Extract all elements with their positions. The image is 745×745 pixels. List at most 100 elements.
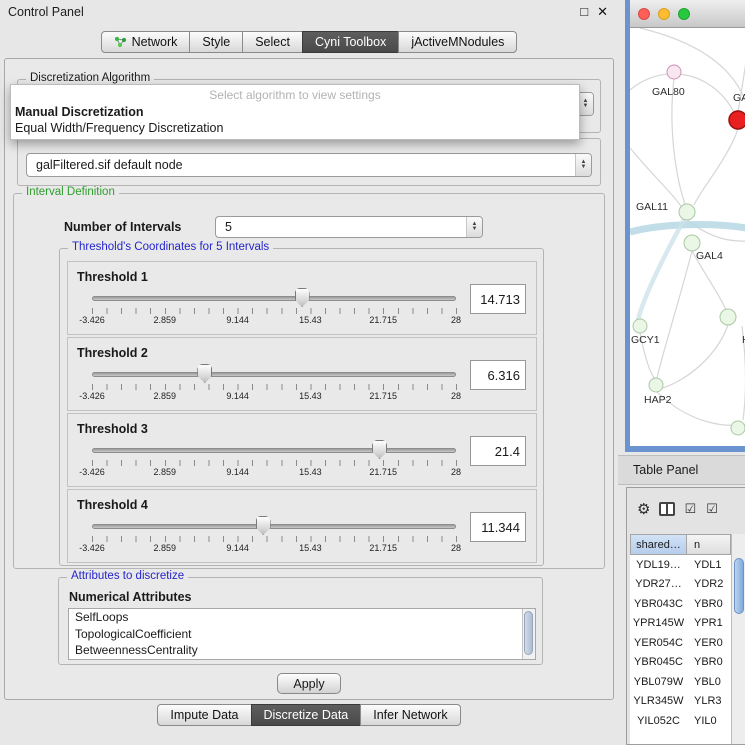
list-item[interactable]: SelfLoops	[69, 609, 535, 626]
tab-network[interactable]: Network	[101, 31, 191, 53]
network-canvas[interactable]: GAL80 GA GAL11 GAL4 GCY1 H HAP2	[630, 28, 745, 445]
table-cell[interactable]: YLR3	[687, 695, 731, 707]
list-item[interactable]: TopologicalCoefficient	[69, 626, 535, 643]
tab-label: jActiveMNodules	[411, 35, 504, 49]
table-cell[interactable]: YBR043C	[630, 598, 687, 610]
network-node[interactable]	[667, 65, 681, 79]
table-cell[interactable]: YDL19…	[630, 559, 687, 571]
close-button[interactable]	[638, 8, 650, 20]
network-node[interactable]	[679, 204, 695, 220]
network-node[interactable]	[633, 319, 647, 333]
tick-label: 2.859	[154, 467, 177, 477]
combo-stepper[interactable]: ▲ ▼	[575, 154, 591, 176]
table-row[interactable]: YBL079W YBL0	[630, 672, 731, 692]
slider-thumb[interactable]	[372, 440, 387, 459]
threshold-value-field[interactable]: 14.713	[470, 284, 526, 314]
table-cell[interactable]: YPR1	[687, 617, 731, 629]
node-label-gal11: GAL11	[636, 201, 668, 213]
tick-label: 28	[451, 543, 461, 553]
table-data-combobox[interactable]: galFiltered.sif default node ▲ ▼	[26, 153, 592, 177]
network-node[interactable]	[731, 421, 745, 435]
tab-select[interactable]: Select	[242, 31, 303, 53]
slider-ticks	[92, 536, 457, 542]
slider-thumb[interactable]	[197, 364, 212, 383]
tab-impute-data[interactable]: Impute Data	[157, 704, 251, 726]
list-scrollbar[interactable]	[522, 609, 535, 659]
table-cell[interactable]: YIL0	[687, 715, 731, 727]
table-cell[interactable]: YBR0	[687, 598, 731, 610]
threshold-slider[interactable]: -3.426 2.859 9.144 15.43 21.715 28	[92, 516, 456, 558]
num-intervals-combobox[interactable]: 5 ▲ ▼	[215, 216, 483, 238]
network-node[interactable]	[649, 378, 663, 392]
threshold-slider[interactable]: -3.426 2.859 9.144 15.43 21.715 28	[92, 364, 456, 406]
threshold-slider[interactable]: -3.426 2.859 9.144 15.43 21.715 28	[92, 288, 456, 330]
attributes-group: Attributes to discretize Numerical Attri…	[58, 577, 543, 665]
table-cell[interactable]: YPR145W	[630, 617, 687, 629]
scrollbar-thumb[interactable]	[734, 558, 744, 614]
zoom-button[interactable]	[678, 8, 690, 20]
slider-track[interactable]	[92, 524, 456, 529]
table-cell[interactable]: YBL079W	[630, 676, 687, 688]
table-row[interactable]: YPR145W YPR1	[630, 614, 731, 634]
table-scrollbar[interactable]	[731, 534, 745, 744]
list-item[interactable]: BetweennessCentrality	[69, 642, 535, 659]
threshold-label: Threshold 1	[77, 270, 148, 284]
table-cell[interactable]: YBR045C	[630, 656, 687, 668]
table-cell[interactable]: YBR0	[687, 656, 731, 668]
scrollbar-thumb[interactable]	[524, 611, 533, 655]
select-all-checkbox-icon[interactable]: ☑	[684, 501, 697, 517]
slider-track[interactable]	[92, 296, 456, 301]
table-row[interactable]: YDR27… YDR2	[630, 575, 731, 595]
table-cell[interactable]: YDL1	[687, 559, 731, 571]
columns-icon[interactable]	[659, 502, 675, 516]
table-browser-window: ⚙ ☑ ☑ shared… n YDL19… YDL1 YDR27… YDR2 …	[626, 487, 745, 745]
apply-button[interactable]: Apply	[277, 673, 341, 694]
dropdown-option-manual[interactable]: Manual Discretization	[11, 104, 579, 120]
slider-track[interactable]	[92, 372, 456, 377]
numerical-attributes-heading: Numerical Attributes	[69, 590, 191, 604]
table-cell[interactable]: YER054C	[630, 637, 687, 649]
table-row[interactable]: YBR045C YBR0	[630, 653, 731, 673]
network-node[interactable]	[720, 309, 736, 325]
tick-label: 21.715	[369, 315, 397, 325]
table-cell[interactable]: YDR2	[687, 578, 731, 590]
threshold-panel-1: Threshold 1 -3.426 2.859 9.144 15.43 21.…	[67, 261, 537, 335]
slider-track[interactable]	[92, 448, 456, 453]
network-node[interactable]	[684, 235, 700, 251]
column-header-name[interactable]: n	[687, 534, 731, 555]
threshold-value-field[interactable]: 21.4	[470, 436, 526, 466]
threshold-slider[interactable]: -3.426 2.859 9.144 15.43 21.715 28	[92, 440, 456, 482]
table-row[interactable]: YER054C YER0	[630, 633, 731, 653]
network-node-red[interactable]	[729, 111, 745, 129]
threshold-panel-4: Threshold 4 -3.426 2.859 9.144 15.43 21.…	[67, 489, 537, 563]
gear-icon[interactable]: ⚙	[637, 500, 650, 518]
table-cell[interactable]: YER0	[687, 637, 731, 649]
slider-thumb[interactable]	[256, 516, 271, 535]
tab-infer-network[interactable]: Infer Network	[360, 704, 460, 726]
dropdown-option-equal-width[interactable]: Equal Width/Frequency Discretization	[11, 120, 579, 136]
tab-cyni-toolbox[interactable]: Cyni Toolbox	[302, 31, 399, 53]
tab-jactivemnodules[interactable]: jActiveMNodules	[398, 31, 517, 53]
table-cell[interactable]: YDR27…	[630, 578, 687, 590]
table-header-row: shared… n	[630, 534, 731, 555]
table-cell[interactable]: YIL052C	[630, 715, 687, 727]
tab-style[interactable]: Style	[189, 31, 243, 53]
table-row[interactable]: YDL19… YDL1	[630, 555, 731, 575]
attributes-list[interactable]: SelfLoops TopologicalCoefficient Between…	[68, 608, 536, 660]
table-cell[interactable]: YLR345W	[630, 695, 687, 707]
column-header-shared-name[interactable]: shared…	[630, 534, 687, 555]
table-cell[interactable]: YBL0	[687, 676, 731, 688]
float-window-icon[interactable]: □	[580, 4, 588, 20]
table-row[interactable]: YIL052C YIL0	[630, 711, 731, 731]
num-intervals-label: Number of Intervals	[64, 220, 181, 234]
table-row[interactable]: YBR043C YBR0	[630, 594, 731, 614]
checkbox-icon[interactable]: ☑	[706, 501, 719, 517]
minimize-button[interactable]	[658, 8, 670, 20]
threshold-value-field[interactable]: 6.316	[470, 360, 526, 390]
combo-stepper[interactable]: ▲ ▼	[466, 217, 482, 237]
close-window-icon[interactable]: ✕	[597, 4, 608, 20]
slider-thumb[interactable]	[295, 288, 310, 307]
tab-discretize-data[interactable]: Discretize Data	[251, 704, 362, 726]
threshold-value-field[interactable]: 11.344	[470, 512, 526, 542]
table-row[interactable]: YLR345W YLR3	[630, 692, 731, 712]
